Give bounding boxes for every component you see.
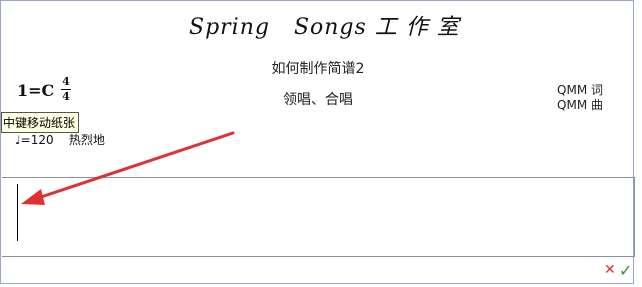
annotation-arrow [21,131,235,205]
score-page: Spring Songs 工 作 室 如何制作简谱2 领唱、合唱 1=C 4 4… [0,0,635,284]
cancel-button[interactable]: ✕ [604,262,616,278]
confirm-button[interactable]: ✓ [619,261,632,280]
